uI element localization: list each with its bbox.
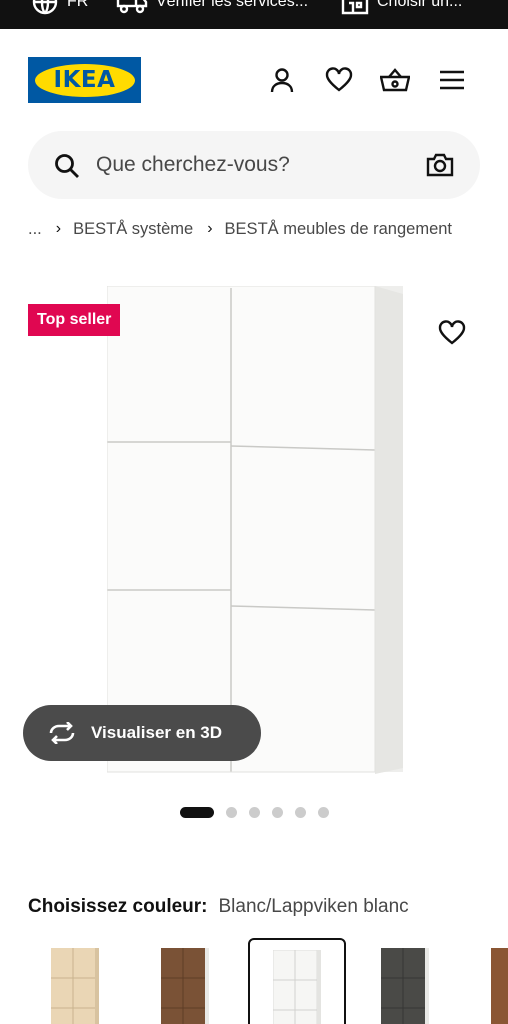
- color-swatch-list: [0, 938, 508, 1024]
- swatch-image: [273, 950, 321, 1024]
- view-3d-button[interactable]: Visualiser en 3D: [23, 705, 261, 761]
- swatch-image: [381, 948, 429, 1024]
- carousel-dot-active[interactable]: [180, 806, 214, 818]
- view-3d-label: Visualiser en 3D: [91, 723, 223, 742]
- carousel-indicator[interactable]: [180, 805, 341, 819]
- logo-oval: IKEA: [34, 63, 135, 97]
- top-bar: FR Vérifier les services... Choisir un..…: [0, 0, 508, 29]
- swatch-white-selected[interactable]: [248, 938, 346, 1024]
- color-value: Blanc/Lappviken blanc: [218, 896, 409, 917]
- breadcrumb-item-besta-systeme[interactable]: BESTÅ système: [73, 220, 193, 239]
- swatch-image: [51, 948, 99, 1024]
- user-icon[interactable]: [267, 65, 297, 95]
- color-selection-heading: Choisissez couleur: Blanc/Lappviken blan…: [28, 895, 409, 919]
- menu-icon[interactable]: [437, 65, 467, 95]
- heart-icon[interactable]: [324, 65, 354, 95]
- carousel-dot[interactable]: [226, 806, 237, 818]
- search-bar[interactable]: [28, 131, 480, 199]
- product-gallery[interactable]: Top seller Visualiser en 3D: [0, 270, 508, 790]
- carousel-dot[interactable]: [318, 806, 329, 818]
- breadcrumb: ... › BESTÅ système › BESTÅ meubles de r…: [28, 218, 452, 240]
- carousel-dot[interactable]: [249, 806, 260, 818]
- delivery-services-label: Vérifier les services...: [156, 0, 309, 10]
- search-input[interactable]: [96, 131, 416, 199]
- color-label: Choisissez couleur:: [28, 896, 208, 917]
- chevron-right-icon: ›: [55, 220, 62, 237]
- swatch-image: [491, 948, 508, 1024]
- basket-icon[interactable]: [380, 65, 410, 95]
- delivery-services-link[interactable]: Vérifier les services...: [116, 0, 308, 14]
- store-selector[interactable]: Choisir un...: [341, 0, 463, 15]
- camera-icon[interactable]: [426, 153, 454, 182]
- logo-text: IKEA: [53, 67, 116, 93]
- favorite-heart-icon[interactable]: [436, 317, 468, 349]
- chevron-right-icon: ›: [207, 220, 213, 237]
- store-label: Choisir un...: [377, 0, 463, 10]
- carousel-dot[interactable]: [295, 806, 306, 818]
- language-label: FR: [67, 0, 89, 10]
- ikea-logo[interactable]: IKEA: [28, 57, 141, 103]
- truck-icon: [116, 0, 148, 15]
- globe-icon: [31, 0, 59, 16]
- product-image[interactable]: [107, 286, 403, 774]
- swatch-dark-grey[interactable]: [358, 938, 456, 1024]
- top-seller-badge: Top seller: [28, 304, 121, 336]
- language-selector[interactable]: FR: [31, 0, 89, 16]
- rotate-3d-icon: [47, 722, 77, 744]
- swatch-image: [161, 948, 209, 1024]
- swatch-walnut[interactable]: [138, 938, 236, 1024]
- swatch-brown[interactable]: [468, 938, 508, 1024]
- breadcrumb-item-besta-meubles[interactable]: BESTÅ meubles de rangement: [225, 220, 452, 239]
- carousel-dot[interactable]: [272, 806, 283, 818]
- search-icon[interactable]: [54, 153, 80, 184]
- store-icon: [341, 0, 369, 15]
- breadcrumb-ellipsis[interactable]: ...: [28, 220, 42, 239]
- site-header: IKEA: [0, 29, 508, 129]
- swatch-oak-effect[interactable]: [28, 938, 126, 1024]
